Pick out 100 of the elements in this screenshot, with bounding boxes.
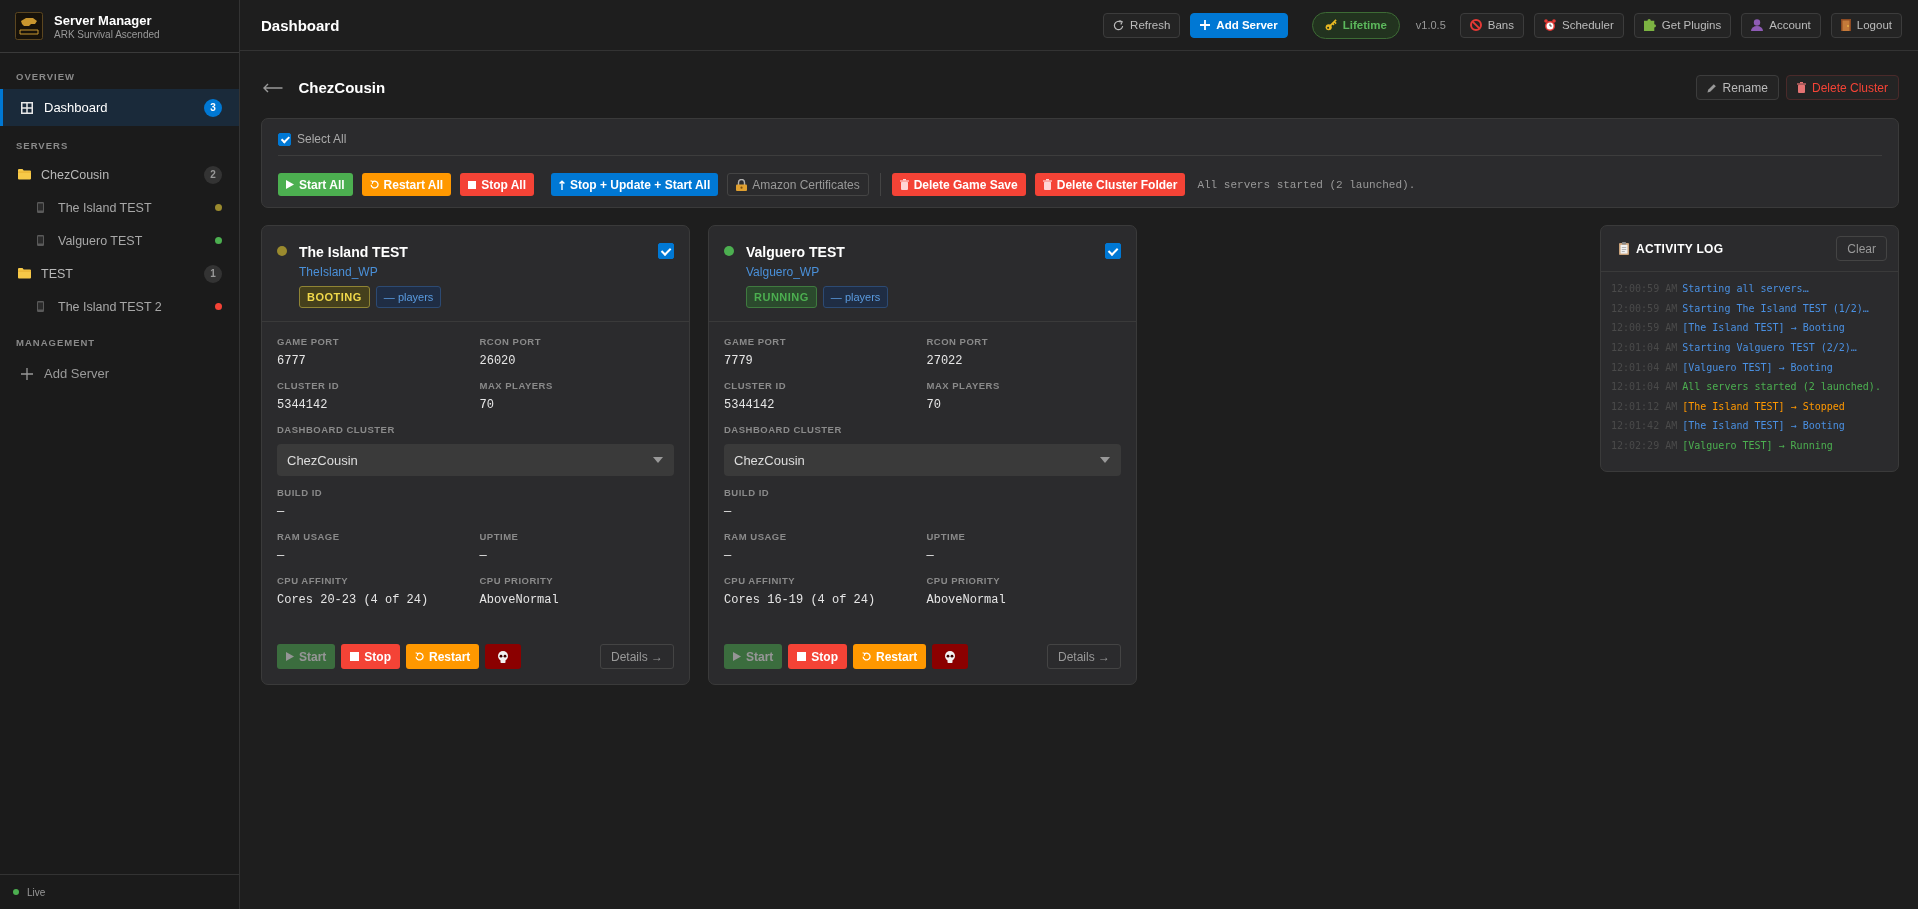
server-name: Valguero TEST bbox=[746, 243, 845, 262]
pencil-icon bbox=[1706, 82, 1717, 93]
server-name: The Island TEST bbox=[299, 243, 408, 262]
stop-all-button[interactable]: Stop All bbox=[460, 173, 535, 196]
field-value: — bbox=[724, 548, 732, 564]
field-label: CPU PRIORITY bbox=[479, 574, 554, 588]
cluster-select[interactable]: ChezCousin bbox=[724, 444, 1121, 476]
license-button[interactable]: Lifetime bbox=[1311, 11, 1400, 39]
field-value: — bbox=[724, 504, 732, 520]
field-label: MAX PLAYERS bbox=[479, 379, 553, 393]
field-label: GAME PORT bbox=[724, 335, 787, 349]
field-label: CLUSTER ID bbox=[724, 379, 786, 393]
log-message: Starting all servers… bbox=[1682, 283, 1809, 295]
no-entry-icon bbox=[1469, 19, 1482, 31]
rename-button[interactable]: Rename bbox=[1695, 75, 1779, 100]
back-arrow-icon[interactable] bbox=[263, 82, 283, 93]
sidebar-item[interactable]: Dashboard 3 bbox=[0, 89, 239, 126]
status-message: All servers started (2 launched). bbox=[1197, 178, 1416, 191]
field-label: DASHBOARD CLUSTER bbox=[724, 423, 842, 437]
kill-button[interactable] bbox=[485, 644, 522, 669]
connection-status: Live bbox=[27, 886, 46, 898]
section-heading: SERVERS bbox=[15, 139, 70, 153]
map-name: Valguero_WP bbox=[746, 264, 820, 280]
trash-icon bbox=[1042, 179, 1052, 190]
field-label: RAM USAGE bbox=[724, 530, 787, 544]
stop-icon bbox=[468, 180, 477, 189]
account-button[interactable]: Account bbox=[1741, 12, 1821, 38]
field-label: CPU PRIORITY bbox=[926, 574, 1001, 588]
field-label: RCON PORT bbox=[926, 335, 988, 349]
details-button[interactable]: Details → bbox=[600, 644, 674, 669]
sidebar-item[interactable]: Add Server bbox=[0, 355, 239, 392]
stop-button[interactable]: Stop bbox=[788, 644, 847, 669]
skull-icon bbox=[498, 650, 509, 663]
delete-cluster-button[interactable]: Delete Cluster bbox=[1785, 75, 1899, 100]
field-label: BUILD ID bbox=[277, 486, 323, 500]
caret-icon bbox=[1100, 457, 1110, 463]
play-icon bbox=[286, 652, 294, 661]
certificates-button[interactable]: Amazon Certificates bbox=[727, 173, 869, 196]
field-value: 70 bbox=[926, 397, 941, 413]
refresh-icon bbox=[1113, 19, 1125, 31]
sidebar-item[interactable]: ChezCousin 2 bbox=[0, 158, 239, 191]
sidebar-item[interactable]: The Island TEST bbox=[0, 191, 239, 224]
checkbox[interactable] bbox=[278, 132, 291, 146]
field-value: Cores 20-23 (4 of 24) bbox=[277, 592, 429, 608]
field-label: CLUSTER ID bbox=[277, 379, 339, 393]
refresh-button[interactable]: Refresh bbox=[1103, 12, 1181, 38]
field-value: — bbox=[277, 504, 285, 520]
bans-button[interactable]: Bans bbox=[1459, 12, 1524, 38]
kill-button[interactable] bbox=[932, 644, 969, 669]
cluster-select[interactable]: ChezCousin bbox=[277, 444, 674, 476]
arrow-up-icon bbox=[559, 179, 566, 190]
clear-button[interactable]: Clear bbox=[1836, 236, 1887, 261]
field-value: 26020 bbox=[479, 353, 516, 369]
phone-icon bbox=[37, 235, 44, 246]
stop-icon bbox=[797, 652, 807, 661]
field-value: — bbox=[479, 548, 487, 564]
trash-icon bbox=[899, 179, 909, 190]
skull-icon bbox=[945, 650, 956, 663]
update-all-button[interactable]: Stop + Update + Start All bbox=[551, 173, 719, 196]
restart-icon bbox=[862, 652, 871, 661]
checkbox[interactable] bbox=[658, 243, 674, 259]
field-value: 5344142 bbox=[277, 397, 328, 413]
delete-button[interactable]: Delete Cluster Folder bbox=[1034, 173, 1186, 196]
details-button[interactable]: Details → bbox=[1047, 644, 1121, 669]
delete-button[interactable]: Delete Game Save bbox=[891, 173, 1026, 196]
checkbox[interactable] bbox=[1105, 243, 1121, 259]
caret-icon bbox=[653, 457, 663, 463]
scheduler-button[interactable]: Scheduler bbox=[1534, 12, 1624, 38]
add-server-button[interactable]: Add Server bbox=[1190, 12, 1288, 38]
status-badge: RUNNING bbox=[746, 286, 817, 308]
logout-button[interactable]: Logout bbox=[1830, 12, 1902, 38]
plus-icon bbox=[1200, 20, 1211, 30]
field-label: DASHBOARD CLUSTER bbox=[277, 423, 395, 437]
stop-button[interactable]: Stop bbox=[341, 644, 400, 669]
field-value: AboveNormal bbox=[479, 592, 559, 608]
map-name: TheIsland_WP bbox=[299, 264, 378, 280]
log-message: Starting The Island TEST (1/2)… bbox=[1682, 302, 1869, 314]
version-label: v1.0.5 bbox=[1415, 19, 1446, 31]
sidebar-item[interactable]: TEST 1 bbox=[0, 257, 239, 290]
field-value: Cores 16-19 (4 of 24) bbox=[724, 592, 876, 608]
field-value: 70 bbox=[479, 397, 494, 413]
field-label: RAM USAGE bbox=[277, 530, 340, 544]
field-value: — bbox=[277, 548, 285, 564]
sidebar-item[interactable]: The Island TEST 2 bbox=[0, 290, 239, 323]
folder-icon bbox=[18, 268, 31, 279]
plugins-button[interactable]: Get Plugins bbox=[1633, 12, 1732, 38]
field-label: GAME PORT bbox=[277, 335, 340, 349]
field-value: 7779 bbox=[724, 353, 753, 369]
key-icon bbox=[1324, 19, 1337, 31]
field-value: 27022 bbox=[926, 353, 963, 369]
section-heading: OVERVIEW bbox=[15, 70, 77, 84]
app-title: Server Manager bbox=[54, 12, 153, 28]
field-value: — bbox=[926, 548, 934, 564]
field-label: UPTIME bbox=[479, 530, 519, 544]
sidebar-item[interactable]: Valguero TEST bbox=[0, 224, 239, 257]
folder-icon bbox=[18, 169, 31, 180]
start-all-button[interactable]: Start All bbox=[278, 173, 353, 196]
app-subtitle: ARK Survival Ascended bbox=[54, 28, 160, 40]
grid-icon bbox=[21, 101, 33, 114]
alarm-clock-icon bbox=[1544, 19, 1556, 31]
